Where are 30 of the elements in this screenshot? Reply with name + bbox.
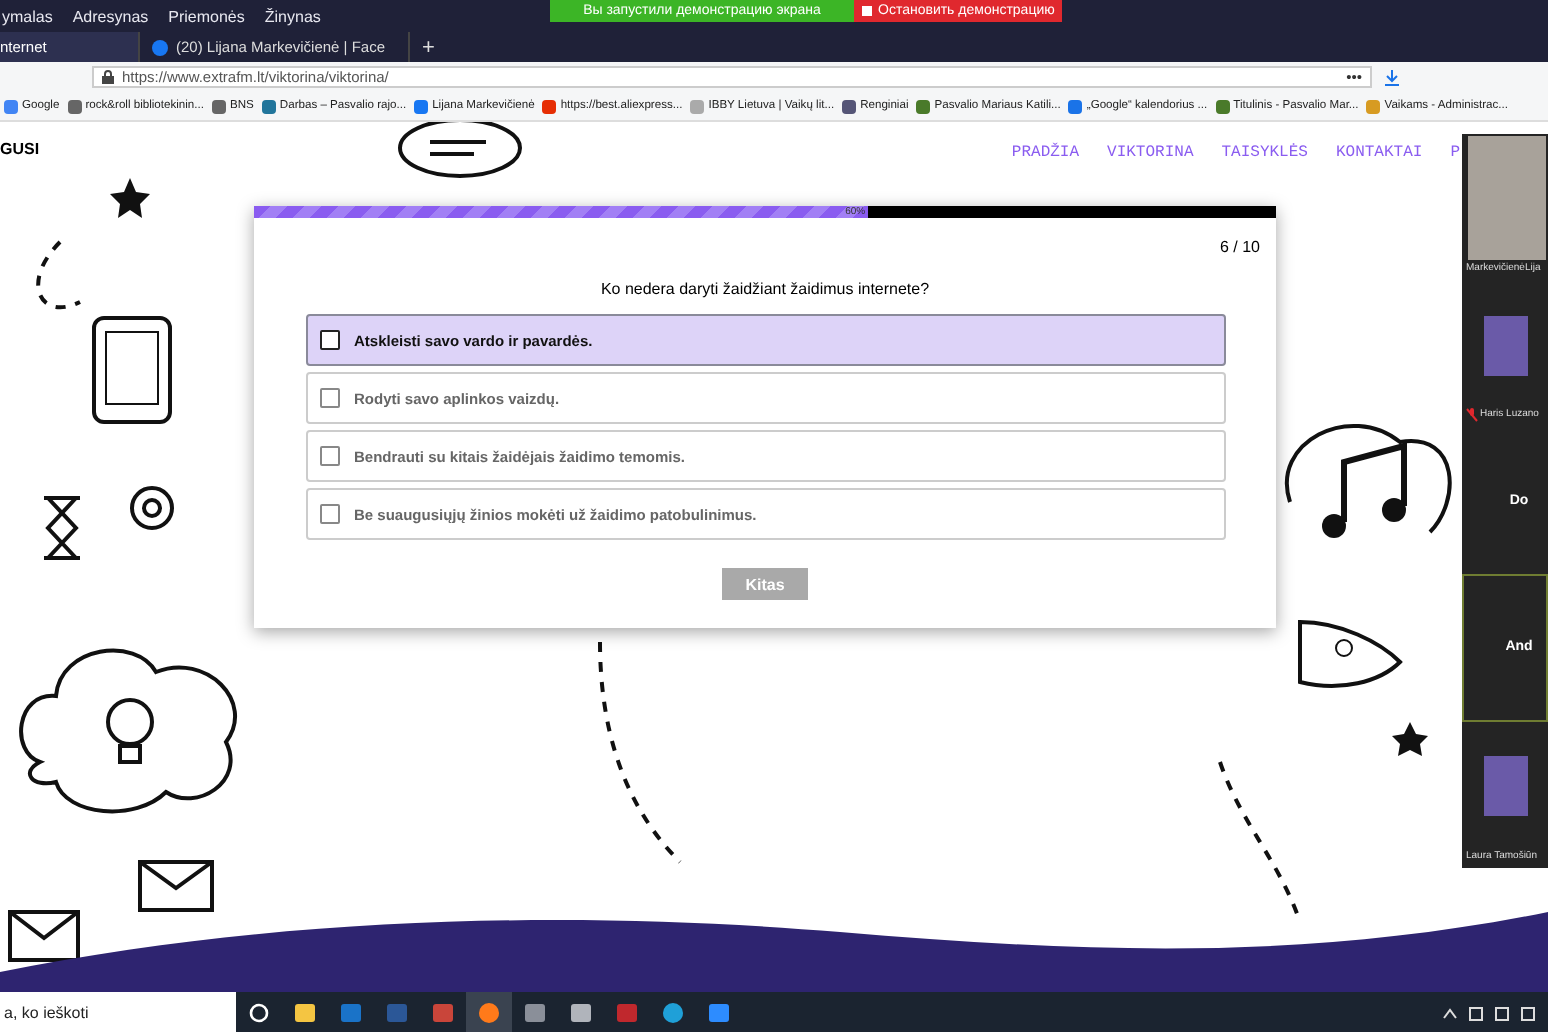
question-text: Ko nedera daryti žaidžiant žaidimus internete? xyxy=(598,280,932,298)
nav-link[interactable]: P xyxy=(1450,143,1460,161)
nav-link[interactable]: KONTAKTAI xyxy=(1335,143,1423,161)
page-icon xyxy=(152,39,168,55)
star-drawing xyxy=(110,178,150,218)
lock-icon xyxy=(102,70,114,84)
menu-item[interactable]: Žinynas xyxy=(262,7,323,25)
avatar-picture xyxy=(1483,316,1527,377)
browser-icon[interactable] xyxy=(466,992,512,1032)
menu-item[interactable]: Adresynas xyxy=(70,7,151,25)
menu-item[interactable]: ymalas xyxy=(0,7,55,25)
question-counter: 6 / 10 xyxy=(1217,236,1262,256)
envelope-drawing xyxy=(8,910,80,962)
avatar-picture xyxy=(1483,756,1527,817)
nav-link[interactable]: TAISYKLĖS xyxy=(1221,143,1308,161)
star-drawing xyxy=(1392,722,1428,756)
download-icon[interactable] xyxy=(1384,69,1400,85)
nav-link[interactable]: PRADŽIA xyxy=(1011,143,1080,161)
nav-link[interactable]: VIKTORINA xyxy=(1107,143,1194,161)
video-placeholder xyxy=(1468,136,1546,261)
caret-icon[interactable] xyxy=(1442,1005,1458,1021)
hourglass-drawing xyxy=(42,496,82,560)
new-tab-button[interactable]: + xyxy=(410,32,447,62)
site-logo: GUSI xyxy=(0,139,40,157)
tablet-drawing xyxy=(92,316,172,424)
dashed-line xyxy=(36,240,81,310)
envelope-drawing xyxy=(138,860,214,912)
menu-item[interactable]: Priemonės xyxy=(166,7,247,25)
speech-bubble-drawing xyxy=(398,122,522,178)
search-field[interactable]: a, ko ieškoti xyxy=(0,992,236,1032)
